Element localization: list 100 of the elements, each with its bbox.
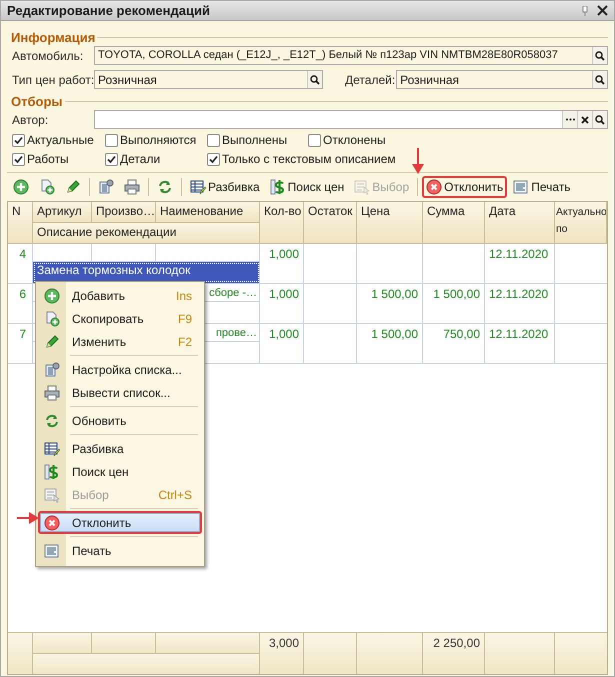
- column-header[interactable]: Наименование: [156, 202, 260, 223]
- field-label: Автомобиль:: [12, 48, 84, 62]
- list-settings-icon: [98, 179, 114, 195]
- search-button[interactable]: [592, 111, 607, 128]
- refresh-icon: [157, 179, 173, 195]
- table-cell: 7: [8, 324, 33, 363]
- footer-cell: [33, 632, 92, 653]
- select-button[interactable]: [562, 111, 577, 128]
- menu-item[interactable]: Поиск цен: [38, 460, 202, 483]
- column-header[interactable]: Артикул: [33, 202, 92, 223]
- copy-icon: [44, 310, 60, 326]
- pencil-icon: [44, 334, 60, 350]
- checkbox[interactable]: Детали: [105, 152, 160, 167]
- menu-item[interactable]: Печать: [38, 539, 202, 562]
- clear-button[interactable]: [577, 111, 592, 128]
- list-settings-icon: [44, 362, 60, 378]
- printer-icon: [124, 179, 140, 195]
- toolbar-button[interactable]: Поиск цен: [266, 176, 348, 198]
- car-field[interactable]: TOYOTA, COROLLA седан (_E12J_, _E12T_) Белый № п123ар VIN NMTBM28E80R058037: [94, 46, 608, 65]
- pin-icon[interactable]: [582, 6, 588, 16]
- checkbox[interactable]: Работы: [12, 152, 69, 167]
- field-label: Деталей:: [345, 72, 396, 86]
- toolbar-button[interactable]: Отклонить: [422, 176, 508, 198]
- window-title: Редактирование рекомендаций: [7, 3, 211, 18]
- printer-icon: [44, 384, 60, 400]
- checkbox[interactable]: Актуальные: [12, 133, 94, 148]
- table-cell: Замена тормозных колодок: [33, 262, 260, 283]
- arrow-icon: [411, 148, 425, 174]
- footer-cell: [357, 632, 423, 674]
- checkbox[interactable]: Отклонены: [308, 133, 386, 148]
- table-cell: 1 500,00: [357, 284, 423, 323]
- table-cell: 750,00: [423, 324, 485, 363]
- menu-item[interactable]: Разбивка: [38, 437, 202, 460]
- table-row[interactable]: 4 Замена тормозных колодок 1,000 12.11.2020: [8, 244, 607, 284]
- footer-cell: [485, 632, 555, 674]
- search-icon: [595, 50, 605, 60]
- table-pencil-icon: [44, 440, 60, 456]
- close-icon[interactable]: [597, 5, 608, 16]
- column-header[interactable]: N: [8, 202, 33, 244]
- table-pencil-icon: [190, 179, 206, 195]
- column-header[interactable]: Кол-во: [260, 202, 304, 244]
- pencil-icon: [65, 179, 81, 195]
- checkbox[interactable]: Только с текстовым описанием: [207, 152, 396, 167]
- check-icon: [14, 155, 23, 164]
- search-icon: [595, 114, 605, 124]
- dollar-icon: [270, 179, 286, 195]
- copy-icon: [39, 179, 55, 195]
- column-header[interactable]: Описание рекомендации: [33, 223, 260, 244]
- work-price-field[interactable]: Розничная: [94, 70, 323, 89]
- total-cell: 2 250,00: [423, 632, 485, 674]
- table-cell: 6: [8, 284, 33, 323]
- print-document-icon: [513, 179, 530, 195]
- section-heading: Информация: [11, 30, 96, 45]
- table-cell: 12.11.2020: [485, 284, 555, 323]
- refresh-icon: [44, 412, 60, 428]
- author-field[interactable]: [94, 110, 608, 129]
- footer-cell: [8, 632, 33, 674]
- close-icon: [581, 116, 589, 124]
- menu-item[interactable]: Обновить: [38, 409, 202, 432]
- table-cell: 1,000: [260, 324, 304, 363]
- reject-icon: [426, 179, 442, 195]
- footer-cell: [555, 632, 607, 674]
- plus-icon: [13, 179, 29, 195]
- check-icon: [14, 136, 23, 145]
- menu-item[interactable]: Вывести список...: [38, 381, 202, 404]
- footer-cell: [304, 632, 357, 674]
- total-cell: 3,000: [260, 632, 304, 674]
- column-header[interactable]: Остаток: [304, 202, 357, 244]
- column-header[interactable]: Цена: [357, 202, 423, 244]
- search-icon: [595, 74, 605, 84]
- check-icon: [209, 155, 218, 164]
- search-icon: [310, 74, 320, 84]
- column-header[interactable]: Дата: [485, 202, 555, 244]
- dots-icon: [566, 118, 574, 121]
- table-cell: 1,000: [260, 284, 304, 323]
- toolbar-button[interactable]: Печать: [509, 176, 575, 198]
- column-header[interactable]: Произво…: [92, 202, 156, 223]
- dollar-icon: [44, 464, 60, 480]
- table-cell: 1,000: [260, 244, 304, 283]
- list-cursor-icon: [44, 486, 60, 502]
- search-button[interactable]: [592, 47, 607, 64]
- table-cell: 1 500,00: [423, 284, 485, 323]
- table-cell: 12.11.2020: [485, 244, 555, 283]
- parts-price-field[interactable]: Розничная: [396, 70, 608, 89]
- checkbox[interactable]: Выполнены: [207, 133, 288, 148]
- check-icon: [107, 155, 116, 164]
- arrow-icon: [17, 512, 39, 524]
- table-cell: 12.11.2020: [485, 324, 555, 363]
- menu-item[interactable]: Отклонить: [38, 511, 202, 534]
- toolbar-button[interactable]: Разбивка: [186, 176, 264, 198]
- column-header[interactable]: Сумма: [423, 202, 485, 244]
- reject-icon: [44, 514, 60, 530]
- section-heading: Отборы: [11, 94, 62, 109]
- search-button[interactable]: [307, 71, 322, 88]
- field-label: Автор:: [12, 112, 50, 126]
- checkbox[interactable]: Выполняются: [105, 133, 196, 148]
- print-document-icon: [44, 542, 60, 558]
- search-button[interactable]: [592, 71, 607, 88]
- table-cell: 1 500,00: [357, 324, 423, 363]
- plus-icon: [44, 288, 60, 304]
